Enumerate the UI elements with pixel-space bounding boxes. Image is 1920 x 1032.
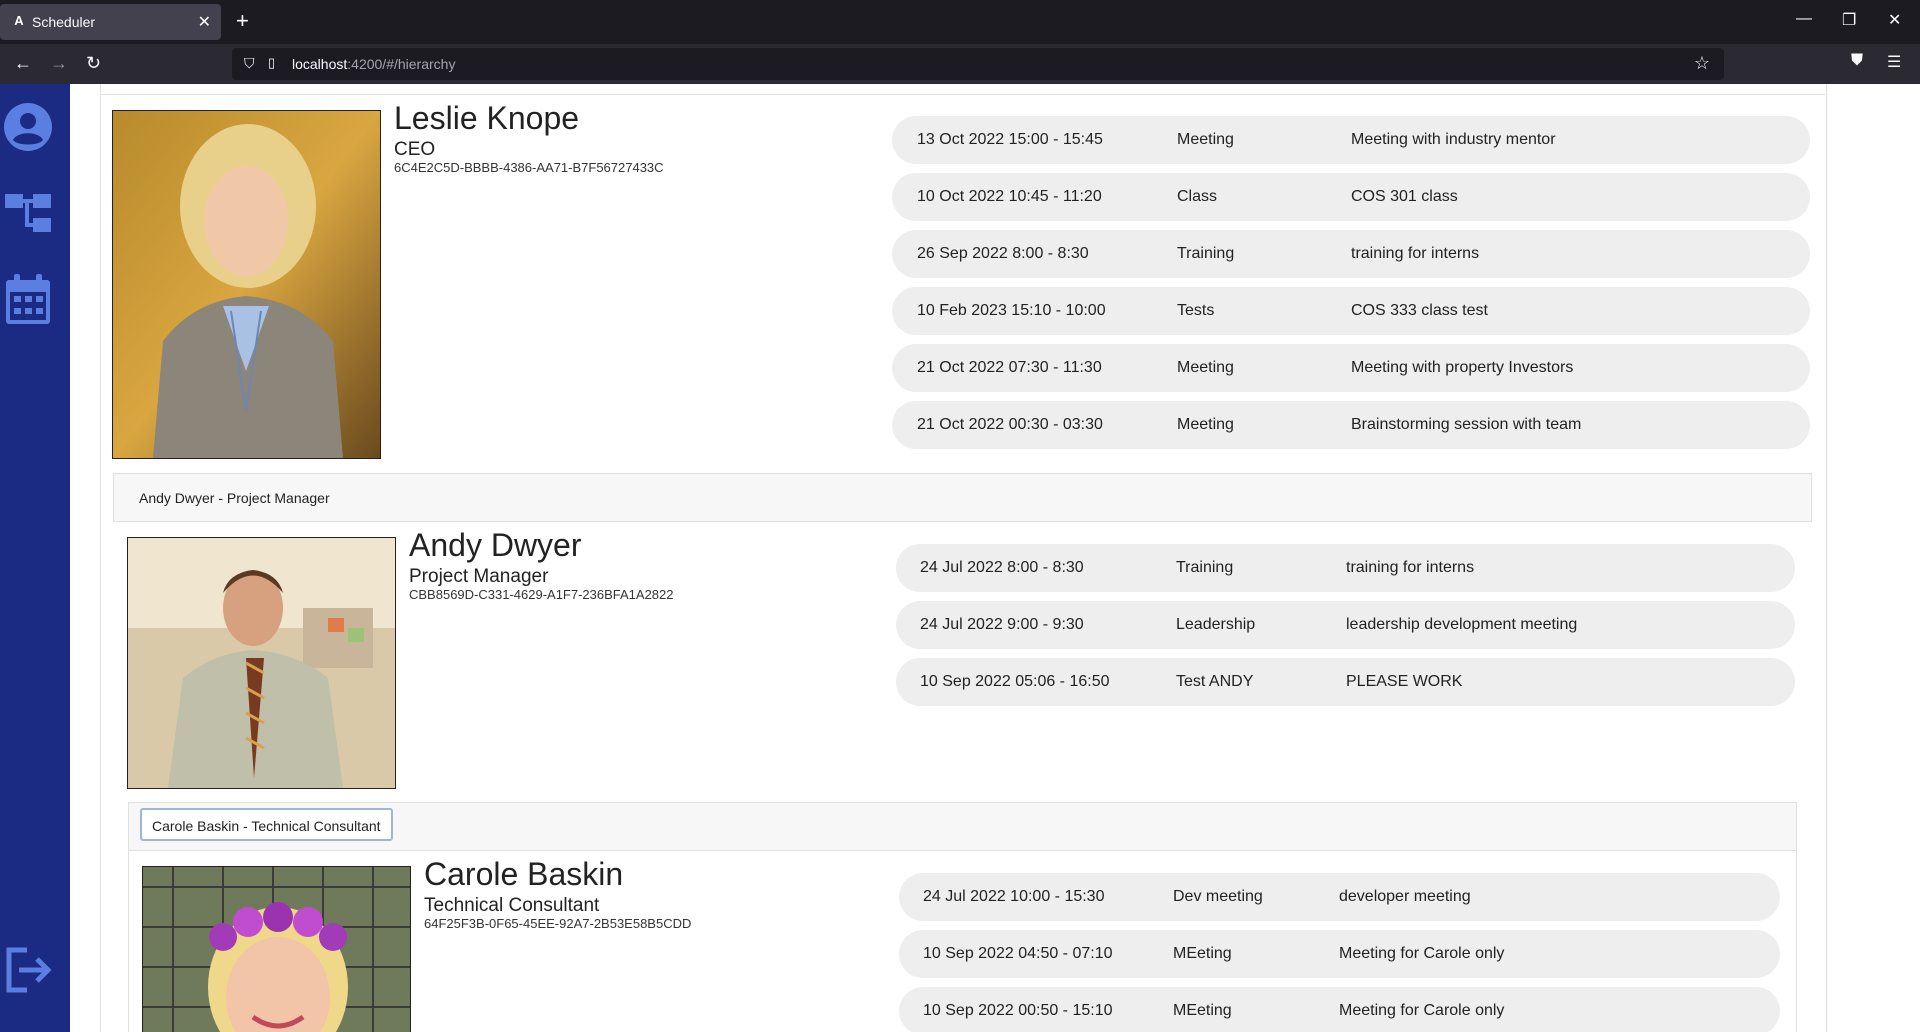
window-close-icon[interactable]: ✕ bbox=[1888, 10, 1901, 30]
person-role: Technical Consultant bbox=[424, 895, 600, 916]
event-type: MEeting bbox=[1173, 945, 1232, 962]
profile-icon[interactable] bbox=[0, 102, 55, 152]
event-type: MEeting bbox=[1173, 1002, 1232, 1019]
event-type: Leadership bbox=[1176, 616, 1256, 633]
url-text[interactable]: localhost:4200/#/hierarchy bbox=[292, 56, 455, 72]
new-tab-icon[interactable]: + bbox=[236, 8, 249, 34]
event-row[interactable]: 10 Sep 2022 05:06 - 16:50 Test ANDY PLEASE… bbox=[896, 658, 1795, 706]
event-time: 10 Feb 2023 15:10 - 10:00 bbox=[917, 302, 1106, 319]
logout-icon[interactable] bbox=[0, 946, 55, 994]
person-name: Carole Baskin bbox=[424, 856, 624, 892]
event-row[interactable]: 24 Jul 2022 10:00 - 15:30 Dev meeting deve… bbox=[899, 873, 1780, 921]
event-type: Class bbox=[1177, 188, 1218, 205]
event-description: Meeting for Carole only bbox=[1339, 1002, 1505, 1019]
url-bar[interactable]: ⛉ ▯ localhost:4200/#/hierarchy ☆ bbox=[232, 48, 1724, 80]
person-photo bbox=[112, 110, 381, 459]
bookmark-star-icon[interactable]: ☆ bbox=[1694, 53, 1710, 74]
subordinate-group-header[interactable]: Andy Dwyer - Project Manager bbox=[113, 473, 1812, 522]
event-row[interactable]: 24 Jul 2022 9:00 - 9:30 Leadership leaders… bbox=[896, 601, 1795, 649]
person-id: 64F25F3B-0F65-45EE-92A7-2B53E58B5CDD bbox=[424, 916, 692, 931]
person-photo bbox=[142, 866, 411, 1032]
subordinate-group-header[interactable]: Carole Baskin - Technical Consultant bbox=[128, 802, 1797, 851]
event-description: Meeting with property Investors bbox=[1351, 359, 1574, 376]
person-id: CBB8569D-C331-4629-A1F7-236BFA1A2822 bbox=[409, 587, 674, 602]
page-icon: ▯ bbox=[268, 55, 276, 70]
event-type: Meeting bbox=[1177, 416, 1234, 433]
event-time: 26 Sep 2022 8:00 - 8:30 bbox=[917, 245, 1089, 262]
person-id: 6C4E2C5D-BBBB-4386-AA71-B7F56727433C bbox=[394, 160, 664, 175]
event-row[interactable]: 24 Jul 2022 8:00 - 8:30 Training training … bbox=[896, 544, 1795, 592]
group-toggle-button[interactable]: Carole Baskin - Technical Consultant bbox=[140, 808, 393, 841]
browser-tab-bar: A Scheduler ✕ + — ❐ ✕ bbox=[0, 0, 1920, 44]
event-row[interactable]: 21 Oct 2022 00:30 - 03:30 Meeting Brainsto… bbox=[892, 401, 1810, 449]
event-time: 13 Oct 2022 15:00 - 15:45 bbox=[917, 131, 1103, 148]
person-photo bbox=[127, 537, 396, 789]
url-host: localhost bbox=[292, 56, 348, 72]
event-row[interactable]: 10 Feb 2023 15:10 - 10:00 Tests COS 333 cl… bbox=[892, 287, 1810, 335]
event-description: PLEASE WORK bbox=[1346, 673, 1463, 690]
shield-icon[interactable]: ⛉ bbox=[244, 55, 255, 72]
menu-icon[interactable]: ☰ bbox=[1887, 52, 1901, 72]
event-description: leadership development meeting bbox=[1346, 616, 1578, 633]
event-description: Brainstorming session with team bbox=[1351, 416, 1582, 433]
person-role: Project Manager bbox=[409, 566, 549, 587]
person-name: Andy Dwyer bbox=[409, 527, 582, 563]
event-time: 24 Jul 2022 9:00 - 9:30 bbox=[920, 616, 1084, 633]
hierarchy-icon[interactable] bbox=[0, 190, 55, 236]
group-label[interactable]: Andy Dwyer - Project Manager bbox=[139, 490, 330, 506]
forward-icon[interactable]: → bbox=[50, 52, 68, 74]
close-tab-icon[interactable]: ✕ bbox=[198, 12, 211, 32]
person-role: CEO bbox=[394, 139, 436, 160]
calendar-icon[interactable] bbox=[0, 274, 55, 326]
event-row[interactable]: 13 Oct 2022 15:00 - 15:45 Meeting Meeting … bbox=[892, 116, 1810, 164]
app-favicon: A bbox=[14, 13, 24, 28]
event-time: 21 Oct 2022 00:30 - 03:30 bbox=[917, 416, 1103, 433]
event-time: 10 Sep 2022 00:50 - 15:10 bbox=[923, 1002, 1113, 1019]
event-description: Meeting for Carole only bbox=[1339, 945, 1505, 962]
event-row[interactable]: 10 Sep 2022 04:50 - 07:10 MEeting Meeting … bbox=[899, 930, 1780, 978]
event-description: COS 301 class bbox=[1351, 188, 1458, 205]
event-type: Meeting bbox=[1177, 131, 1234, 148]
event-description: developer meeting bbox=[1339, 888, 1471, 905]
restore-icon[interactable]: ❐ bbox=[1842, 10, 1856, 30]
event-type: Training bbox=[1176, 559, 1234, 576]
event-time: 24 Jul 2022 8:00 - 8:30 bbox=[920, 559, 1084, 576]
event-row[interactable]: 21 Oct 2022 07:30 - 11:30 Meeting Meeting … bbox=[892, 344, 1810, 392]
event-time: 10 Oct 2022 10:45 - 11:20 bbox=[917, 188, 1102, 205]
event-time: 24 Jul 2022 10:00 - 15:30 bbox=[923, 888, 1105, 905]
tab-title: Scheduler bbox=[32, 14, 96, 30]
event-row[interactable]: 26 Sep 2022 8:00 - 8:30 Training training … bbox=[892, 230, 1810, 278]
event-time: 10 Sep 2022 04:50 - 07:10 bbox=[923, 945, 1113, 962]
event-type: Test ANDY bbox=[1176, 673, 1254, 690]
browser-tab[interactable]: A Scheduler ✕ bbox=[0, 4, 221, 40]
person-name: Leslie Knope bbox=[394, 100, 580, 136]
minimize-icon[interactable]: — bbox=[1796, 10, 1812, 28]
pocket-icon[interactable]: ⛊ bbox=[1851, 52, 1863, 70]
hierarchy-content: Leslie Knope CEO 6C4E2C5D-BBBB-4386-AA71… bbox=[70, 84, 1920, 1032]
event-type: Dev meeting bbox=[1173, 888, 1263, 905]
event-time: 21 Oct 2022 07:30 - 11:30 bbox=[917, 359, 1102, 376]
app-sidebar bbox=[0, 84, 70, 1032]
event-description: COS 333 class test bbox=[1351, 302, 1488, 319]
event-description: training for interns bbox=[1346, 559, 1475, 576]
url-path: :4200/#/hierarchy bbox=[347, 56, 456, 72]
event-type: Tests bbox=[1177, 302, 1215, 319]
event-type: Meeting bbox=[1177, 359, 1234, 376]
event-description: training for interns bbox=[1351, 245, 1480, 262]
reload-icon[interactable]: ↻ bbox=[86, 52, 101, 74]
divider bbox=[100, 94, 1825, 95]
event-time: 10 Sep 2022 05:06 - 16:50 bbox=[920, 673, 1110, 690]
event-row[interactable]: 10 Sep 2022 00:50 - 15:10 MEeting Meeting … bbox=[899, 987, 1780, 1032]
event-row[interactable]: 10 Oct 2022 10:45 - 11:20 Class COS 301 cl… bbox=[892, 173, 1810, 221]
event-type: Training bbox=[1177, 245, 1235, 262]
back-icon[interactable]: ← bbox=[14, 52, 32, 74]
event-description: Meeting with industry mentor bbox=[1351, 131, 1556, 148]
